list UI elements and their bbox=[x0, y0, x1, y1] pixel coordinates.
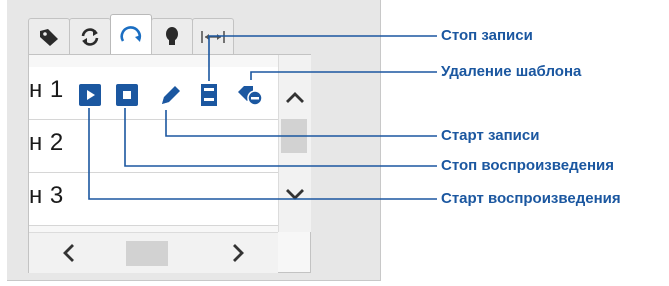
callout-line-delete-template bbox=[250, 71, 437, 80]
callout-line-stop-playback bbox=[124, 108, 437, 167]
callout-delete-template: Удаление шаблона bbox=[441, 63, 582, 80]
callout-start-playback: Старт воспроизведения bbox=[441, 190, 621, 207]
callout-lines bbox=[88, 35, 437, 200]
callout-stop-recording: Стоп записи bbox=[441, 27, 533, 44]
callout-line-start-recording bbox=[165, 110, 437, 137]
callout-line-stop-recording bbox=[208, 35, 437, 81]
callout-start-recording: Старт записи bbox=[441, 127, 540, 144]
callout-stop-playback: Стоп воспроизведения bbox=[441, 157, 615, 174]
callout-line-start-playback bbox=[88, 108, 437, 200]
